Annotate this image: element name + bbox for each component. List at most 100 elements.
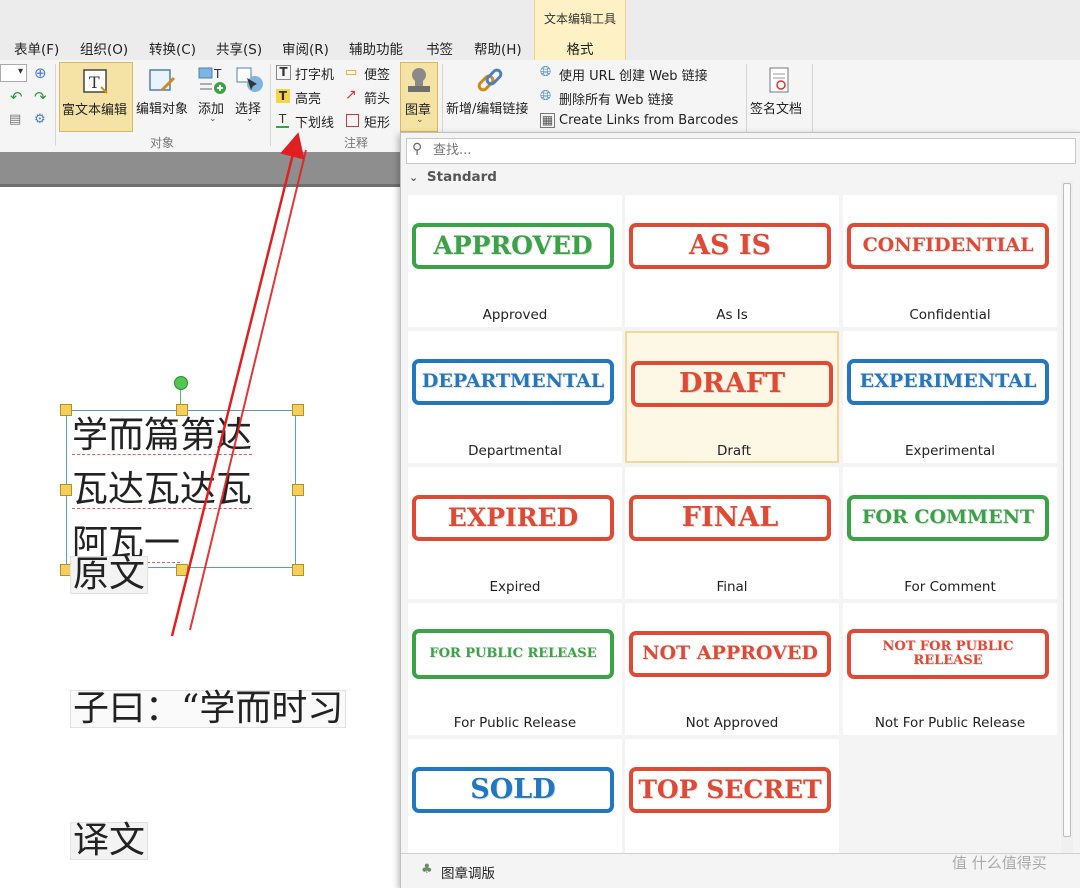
stamp-image: AS IS bbox=[629, 223, 831, 269]
barcode-icon: ▦ bbox=[540, 113, 555, 128]
stamp-image: EXPERIMENTAL bbox=[847, 359, 1049, 405]
highlight-icon: T bbox=[276, 89, 290, 103]
menu-accessibility[interactable]: 辅助功能 bbox=[349, 38, 403, 58]
resize-handle[interactable] bbox=[176, 564, 188, 576]
chevron-down-icon: ⌄ bbox=[209, 114, 217, 124]
stamp-image: FOR COMMENT bbox=[847, 495, 1049, 541]
select-objects-icon bbox=[236, 67, 263, 92]
zoom-dropdown[interactable]: ▾ bbox=[0, 64, 27, 82]
stamp-item[interactable]: NOT FOR PUBLIC RELEASE Not For Public Rel… bbox=[843, 603, 1057, 735]
stamp-name: As Is bbox=[716, 307, 748, 323]
stamp-item[interactable]: FOR PUBLIC RELEASE For Public Release bbox=[408, 603, 622, 735]
tab-format[interactable]: 文本编辑工具 格式 bbox=[534, 0, 626, 60]
stamp-item[interactable]: DEPARTMENTAL Departmental bbox=[408, 331, 622, 463]
add-button[interactable]: T 添加 ⌄ bbox=[196, 62, 230, 132]
rich-text-edit-button[interactable]: T 富文本编辑 bbox=[59, 62, 133, 132]
resize-handle[interactable] bbox=[292, 564, 304, 576]
globe-icon: 🌐︎ bbox=[540, 64, 552, 80]
rotate-handle[interactable] bbox=[174, 376, 188, 390]
stamp-item[interactable]: AS IS As Is bbox=[625, 195, 839, 327]
remove-links-label: 删除所有 Web 链接 bbox=[559, 93, 674, 108]
menu-help[interactable]: 帮助(H) bbox=[474, 38, 522, 58]
edit-object-icon bbox=[149, 69, 176, 92]
stamp-panel: ⚲ ⌄ Standard APPROVED Approved AS IS As Is C… bbox=[400, 132, 1080, 888]
stamp-name: For Comment bbox=[904, 579, 996, 595]
stamp-item[interactable]: EXPERIMENTAL Experimental bbox=[843, 331, 1057, 463]
highlight-label: 高亮 bbox=[295, 92, 322, 107]
typewriter-label: 打字机 bbox=[295, 68, 335, 83]
stamp-item[interactable]: NOT APPROVED Not Approved bbox=[625, 603, 839, 735]
stamp-item[interactable]: EXPIRED Expired bbox=[408, 467, 622, 599]
stamp-item[interactable]: DRAFT Draft bbox=[625, 331, 839, 463]
arrow-icon: ↗ bbox=[345, 87, 357, 103]
scrollbar[interactable] bbox=[1061, 181, 1073, 853]
stamp-icon bbox=[408, 68, 430, 92]
add-edit-link-button[interactable]: 新增/编辑链接 bbox=[446, 62, 538, 132]
redo-icon[interactable]: ↷ bbox=[34, 88, 47, 106]
tab-format-label: 格式 bbox=[566, 42, 594, 58]
document-icon[interactable]: ▤ bbox=[9, 112, 21, 127]
chevron-down-icon: ⌄ bbox=[246, 114, 254, 124]
document-settings-icon[interactable]: ⚙ bbox=[34, 112, 46, 127]
typewriter-icon: T bbox=[276, 65, 291, 80]
undo-icon[interactable]: ↶ bbox=[10, 88, 23, 106]
menu-bar: 表单(F) 组织(O) 转换(C) 共享(S) 审阅(R) 辅助功能 书签 帮助… bbox=[0, 0, 1080, 60]
search-input[interactable] bbox=[431, 142, 1035, 159]
menu-share[interactable]: 共享(S) bbox=[216, 38, 262, 58]
stamp-image: SOLD bbox=[412, 767, 614, 813]
menu-convert[interactable]: 转换(C) bbox=[149, 38, 196, 58]
chevron-down-icon: ⌄ bbox=[409, 171, 419, 184]
url-link-label: 使用 URL 创建 Web 链接 bbox=[559, 69, 708, 84]
stamp-button[interactable]: 图章 ⌄ bbox=[400, 62, 438, 132]
resize-handle[interactable] bbox=[60, 484, 72, 496]
menu-organize[interactable]: 组织(O) bbox=[80, 38, 128, 58]
rectangle-icon bbox=[346, 114, 359, 127]
svg-text:T: T bbox=[213, 67, 222, 81]
stamp-item[interactable]: APPROVED Approved bbox=[408, 195, 622, 327]
add-content-icon: T bbox=[198, 67, 226, 94]
stamp-image: DRAFT bbox=[631, 361, 833, 407]
category-header[interactable]: ⌄ Standard bbox=[409, 169, 497, 185]
rectangle-label: 矩形 bbox=[364, 116, 391, 131]
stamp-item[interactable]: SOLDSold bbox=[408, 739, 622, 871]
stamp-image: CONFIDENTIAL bbox=[847, 223, 1049, 269]
search-box[interactable]: ⚲ bbox=[406, 138, 1076, 164]
select-button[interactable]: 选择 ⌄ bbox=[232, 62, 268, 132]
group-label-object: 对象 bbox=[150, 136, 175, 150]
stamp-item[interactable]: FOR COMMENT For Comment bbox=[843, 467, 1057, 599]
scrollbar-thumb[interactable] bbox=[1063, 183, 1071, 837]
stamp-name: Experimental bbox=[904, 443, 996, 459]
menu-review[interactable]: 审阅(R) bbox=[282, 38, 329, 58]
resize-handle[interactable] bbox=[60, 404, 72, 416]
search-icon: ⚲ bbox=[412, 141, 423, 157]
text-line[interactable]: 学而篇第达 bbox=[72, 418, 253, 455]
stamp-item[interactable]: TOP SECRETTop Secret bbox=[625, 739, 839, 871]
menu-form[interactable]: 表单(F) bbox=[14, 38, 59, 58]
link-icon bbox=[477, 68, 503, 92]
add-edit-link-label: 新增/编辑链接 bbox=[446, 102, 529, 117]
stamp-item[interactable]: CONFIDENTIAL Confidential bbox=[843, 195, 1057, 327]
menu-bookmarks[interactable]: 书签 bbox=[426, 38, 453, 58]
text-line[interactable]: 瓦达瓦达瓦 bbox=[72, 472, 253, 509]
stamp-item[interactable]: FINAL Final bbox=[625, 467, 839, 599]
translation-label[interactable]: 译文 bbox=[70, 822, 149, 860]
resize-handle[interactable] bbox=[292, 484, 304, 496]
original-label[interactable]: 原文 bbox=[70, 556, 149, 594]
svg-text:T: T bbox=[89, 73, 100, 92]
sign-document-label: 签名文档 bbox=[750, 102, 803, 117]
underline-label: 下划线 bbox=[295, 116, 335, 131]
stamp-palette-label: 图章调版 bbox=[441, 866, 495, 882]
stamp-image: TOP SECRET bbox=[629, 767, 831, 813]
resize-handle[interactable] bbox=[292, 404, 304, 416]
sign-document-icon bbox=[769, 67, 789, 93]
sign-document-button[interactable]: 签名文档 bbox=[750, 62, 810, 132]
stamp-image: FOR PUBLIC RELEASE bbox=[412, 629, 614, 679]
zoom-in-icon[interactable]: ⊕ bbox=[34, 64, 47, 82]
quote-line[interactable]: 子曰：“学而时习 bbox=[70, 690, 347, 728]
stamp-name: Confidential bbox=[909, 307, 991, 323]
text-frame-icon: T bbox=[83, 69, 108, 94]
edit-object-button[interactable]: 编辑对象 bbox=[136, 62, 194, 132]
watermark: 值 什么值得买 bbox=[952, 854, 1047, 872]
document-top-margin bbox=[0, 152, 400, 187]
stamp-image: EXPIRED bbox=[412, 495, 614, 541]
